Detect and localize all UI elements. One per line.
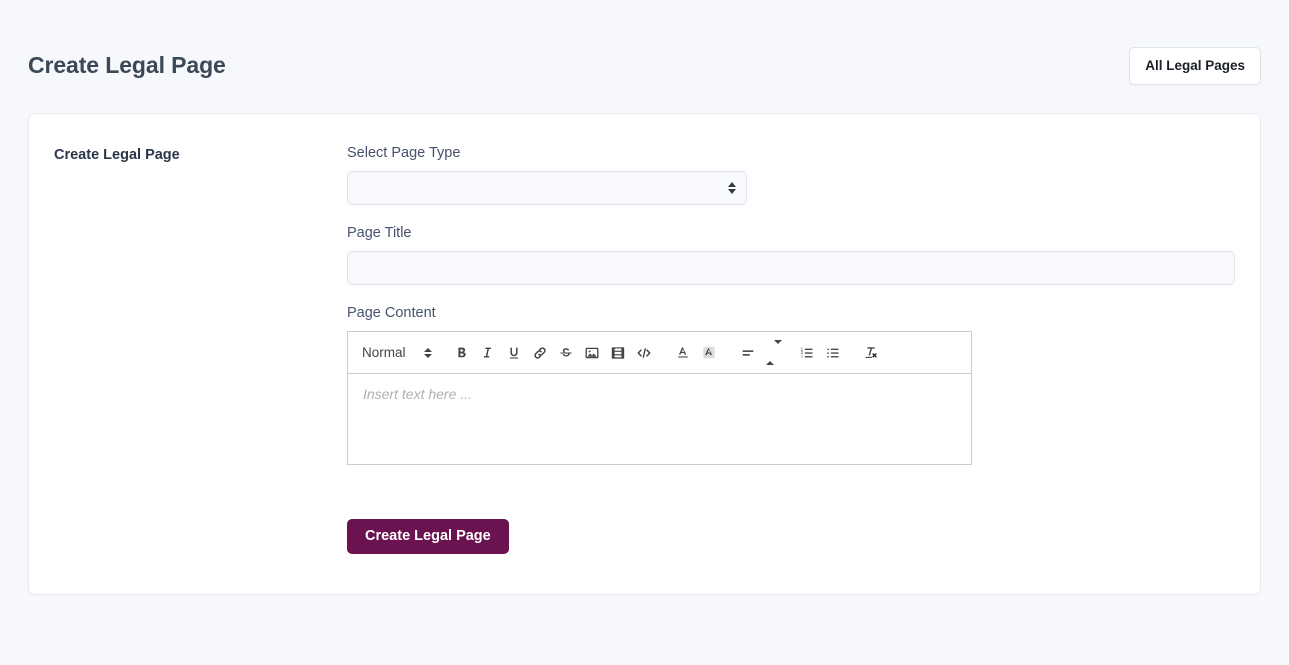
background-color-icon[interactable]	[696, 340, 722, 366]
card-form-column: Select Page Type Page Title Page Content…	[339, 144, 1260, 594]
submit-row: Create Legal Page	[347, 465, 1235, 555]
italic-icon[interactable]	[475, 340, 501, 366]
page-header: Create Legal Page All Legal Pages	[0, 0, 1289, 94]
code-block-icon[interactable]	[631, 340, 657, 366]
all-legal-pages-button[interactable]: All Legal Pages	[1129, 47, 1261, 85]
page-title-input[interactable]	[347, 251, 1235, 286]
svg-text:3: 3	[800, 354, 803, 359]
header-actions: All Legal Pages	[1129, 47, 1261, 85]
page-type-select[interactable]	[347, 171, 747, 206]
page-title-label: Page Title	[347, 225, 412, 242]
image-icon[interactable]	[579, 340, 605, 366]
clear-format-icon[interactable]	[859, 340, 885, 366]
create-legal-page-submit-button[interactable]: Create Legal Page	[347, 519, 509, 555]
align-dropdown-chevron-icon[interactable]	[765, 339, 782, 366]
page-type-label: Select Page Type	[347, 145, 461, 161]
bullet-list-icon[interactable]	[820, 340, 846, 366]
chevron-updown-icon	[423, 347, 432, 358]
link-icon[interactable]	[527, 340, 553, 366]
video-icon[interactable]	[605, 340, 631, 366]
format-picker[interactable]: Normal	[356, 340, 436, 366]
text-color-icon[interactable]	[670, 340, 696, 366]
page-content-field-group: Page Content Normal 1 2 3 Insert text he…	[347, 304, 1235, 466]
underline-icon[interactable]	[501, 340, 527, 366]
strikethrough-icon[interactable]	[553, 340, 579, 366]
ordered-list-icon[interactable]: 1 2 3	[794, 340, 820, 366]
editor-toolbar: Normal 1 2 3	[348, 332, 971, 375]
card-left-column: Create Legal Page	[29, 144, 339, 594]
format-picker-label: Normal	[362, 345, 406, 361]
create-legal-page-card: Create Legal Page Select Page Type Page …	[28, 113, 1261, 595]
page-content-label: Page Content	[347, 305, 436, 322]
rich-text-editor: Normal 1 2 3 Insert text here ...	[347, 331, 972, 466]
card-section-title: Create Legal Page	[54, 147, 180, 163]
page-root: Create Legal Page All Legal Pages Create…	[0, 0, 1289, 665]
page-title: Create Legal Page	[28, 52, 226, 79]
page-content-editor-body[interactable]: Insert text here ...	[348, 374, 971, 465]
align-icon[interactable]	[735, 340, 761, 366]
page-type-select-wrap	[347, 171, 747, 206]
page-type-field-group: Select Page Type	[347, 144, 1235, 206]
page-title-field-group: Page Title	[347, 224, 1235, 286]
bold-icon[interactable]	[449, 340, 475, 366]
